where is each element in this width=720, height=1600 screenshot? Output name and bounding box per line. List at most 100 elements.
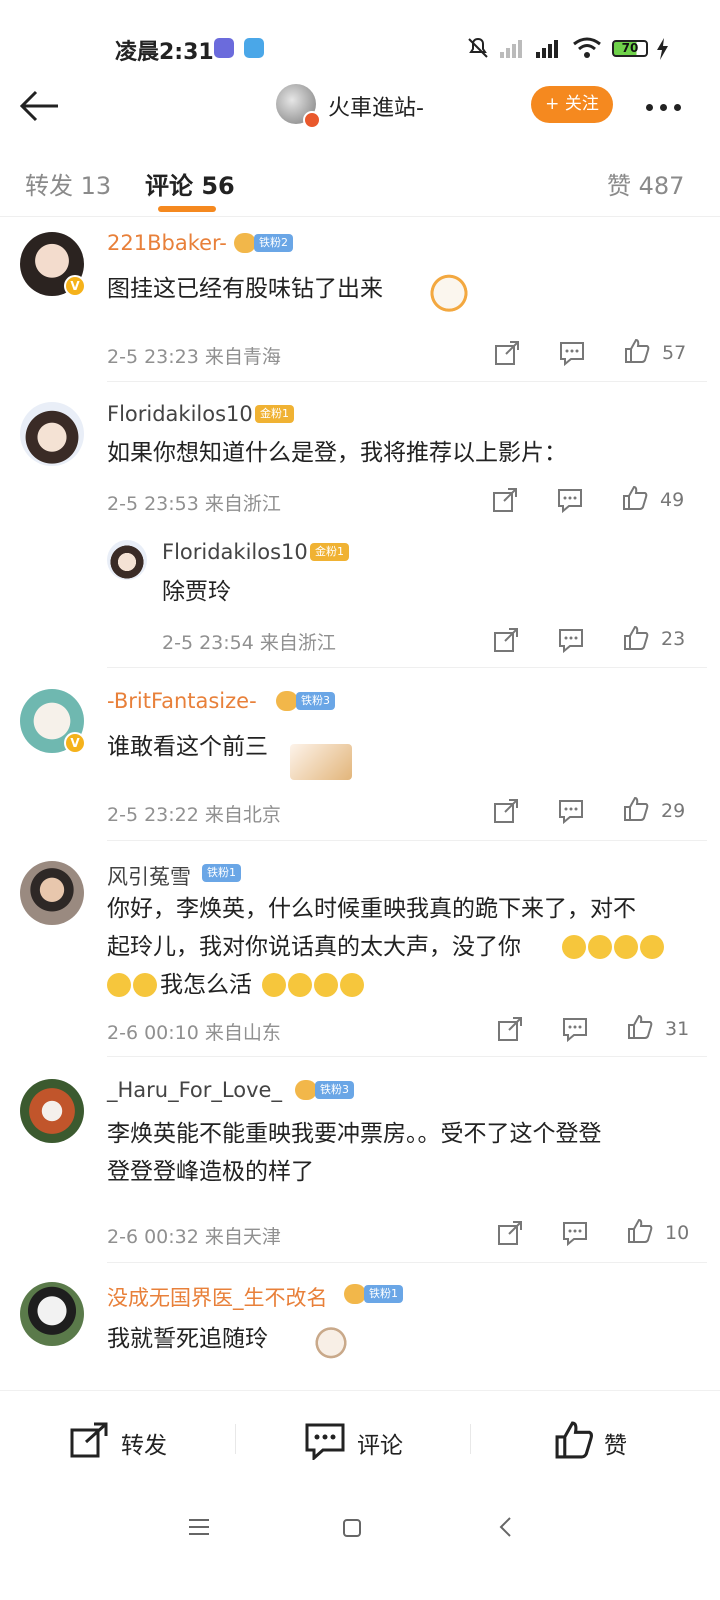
fan-badge: 铁粉2 bbox=[254, 234, 293, 252]
divider bbox=[107, 1262, 707, 1263]
avatar[interactable] bbox=[20, 1282, 84, 1346]
comment-username[interactable]: Floridakilos10 bbox=[107, 402, 253, 426]
share-icon[interactable] bbox=[493, 798, 519, 824]
comment-text: 我就誓死追随玲 bbox=[107, 1326, 268, 1352]
thumbs-up-icon[interactable] bbox=[624, 338, 650, 364]
share-icon[interactable] bbox=[70, 1422, 110, 1458]
comment-meta: 2-5 23:53 来自浙江 bbox=[107, 493, 281, 515]
app-notification-icon bbox=[214, 38, 234, 58]
thumbs-up-icon[interactable] bbox=[623, 796, 649, 822]
verified-badge: V bbox=[64, 732, 86, 754]
tab-likes[interactable]: 赞 487 bbox=[607, 166, 684, 201]
avatar[interactable] bbox=[20, 861, 84, 925]
reply-meta: 2-5 23:54 来自浙江 bbox=[162, 632, 336, 654]
comment-text-line1: 李焕英能不能重映我要冲票房。。受不了这个登登 bbox=[107, 1121, 602, 1147]
crown-icon bbox=[295, 1080, 317, 1100]
fan-badge: 铁粉3 bbox=[296, 692, 335, 710]
signal-icon bbox=[536, 40, 558, 58]
crying-emoji-icon bbox=[288, 973, 312, 997]
share-icon[interactable] bbox=[494, 340, 520, 366]
crying-emoji-icon bbox=[133, 973, 157, 997]
comment-username[interactable]: _Haru_For_Love_ bbox=[107, 1078, 282, 1102]
tab-indicator bbox=[158, 206, 216, 212]
comment-icon[interactable] bbox=[558, 627, 584, 653]
like-count: 10 bbox=[665, 1222, 690, 1244]
crown-icon bbox=[344, 1284, 366, 1304]
like-count: 31 bbox=[665, 1018, 690, 1040]
more-icon[interactable] bbox=[646, 96, 690, 114]
wifi-icon bbox=[573, 37, 601, 58]
divider bbox=[235, 1424, 236, 1454]
divider bbox=[107, 381, 707, 382]
divider bbox=[0, 216, 720, 217]
comment-username[interactable]: 没成无国界医_生不改名 bbox=[107, 1282, 328, 1312]
share-icon[interactable] bbox=[493, 627, 519, 653]
sticker bbox=[312, 1326, 350, 1374]
comment-meta: 2-6 00:10 来自山东 bbox=[107, 1022, 281, 1044]
thumbs-up-icon[interactable] bbox=[627, 1218, 653, 1244]
comment-username[interactable]: 风引菟雪 bbox=[107, 861, 191, 891]
system-nav-bar bbox=[0, 1492, 720, 1600]
crying-emoji-group bbox=[562, 935, 664, 963]
comment-icon[interactable] bbox=[305, 1422, 345, 1460]
comment-icon[interactable] bbox=[559, 340, 585, 366]
repost-button[interactable]: 转发 bbox=[121, 1426, 167, 1460]
comment-username[interactable]: 221Bbaker- bbox=[107, 231, 227, 255]
fan-badge: 金粉1 bbox=[310, 543, 349, 561]
thumbs-up-icon[interactable] bbox=[554, 1420, 594, 1460]
comment-text-line3: 我怎么活 bbox=[160, 972, 252, 998]
like-button[interactable]: 赞 bbox=[604, 1426, 627, 1460]
crown-icon bbox=[234, 233, 256, 253]
comment-icon[interactable] bbox=[562, 1220, 588, 1246]
crying-emoji-icon bbox=[562, 935, 586, 959]
share-icon[interactable] bbox=[497, 1220, 523, 1246]
comment-text-line2: 登登登峰造极的样了 bbox=[107, 1159, 314, 1185]
crown-icon bbox=[276, 691, 298, 711]
mute-icon bbox=[468, 37, 488, 58]
status-bar: 凌晨2:31 70 bbox=[0, 0, 720, 86]
thumbs-up-icon[interactable] bbox=[623, 625, 649, 651]
reply-username[interactable]: Floridakilos10 bbox=[162, 540, 308, 564]
divider bbox=[107, 667, 707, 668]
reply-avatar[interactable] bbox=[107, 540, 147, 580]
comment-icon[interactable] bbox=[558, 798, 584, 824]
nav-back-icon[interactable] bbox=[498, 1516, 514, 1538]
comment-text-line1: 你好，李焕英，什么时候重映我真的跪下来了，对不 bbox=[107, 896, 636, 922]
share-icon[interactable] bbox=[497, 1016, 523, 1042]
crying-emoji-icon bbox=[588, 935, 612, 959]
fan-badge: 铁粉3 bbox=[315, 1081, 354, 1099]
battery-indicator: 70 bbox=[612, 40, 648, 57]
like-count: 57 bbox=[662, 342, 687, 364]
verified-badge: V bbox=[64, 275, 86, 297]
thumbs-up-icon[interactable] bbox=[622, 485, 648, 511]
crying-emoji-icon bbox=[340, 973, 364, 997]
crying-emoji-group bbox=[107, 973, 157, 1001]
thumbs-up-icon[interactable] bbox=[627, 1014, 653, 1040]
author-name[interactable]: 火車進站- bbox=[328, 90, 424, 122]
sticker bbox=[290, 744, 352, 780]
avatar[interactable] bbox=[20, 402, 84, 466]
comment-meta: 2-5 23:23 来自青海 bbox=[107, 346, 281, 368]
share-icon[interactable] bbox=[492, 487, 518, 513]
snowman-sticker bbox=[424, 274, 474, 322]
follow-button[interactable]: + 关注 bbox=[531, 86, 613, 123]
comment-icon[interactable] bbox=[557, 487, 583, 513]
fan-badge: 金粉1 bbox=[255, 405, 294, 423]
menu-icon[interactable] bbox=[189, 1518, 209, 1536]
comment-text: 如果你想知道什么是登，我将推荐以上影片： bbox=[107, 440, 567, 466]
fan-badge: 铁粉1 bbox=[202, 864, 241, 882]
charging-icon bbox=[657, 38, 668, 60]
comment-icon[interactable] bbox=[562, 1016, 588, 1042]
comment-username[interactable]: -BritFantasize- bbox=[107, 689, 257, 713]
crying-emoji-icon bbox=[640, 935, 664, 959]
back-arrow-icon[interactable] bbox=[18, 84, 62, 128]
comment-meta: 2-5 23:22 来自北京 bbox=[107, 804, 281, 826]
home-icon[interactable] bbox=[342, 1518, 362, 1538]
crying-emoji-group bbox=[262, 973, 364, 1001]
tab-comments[interactable]: 评论 56 bbox=[145, 166, 235, 201]
like-count: 49 bbox=[660, 489, 685, 511]
tab-repost[interactable]: 转发 13 bbox=[25, 166, 111, 201]
crying-emoji-icon bbox=[262, 973, 286, 997]
avatar[interactable] bbox=[20, 1079, 84, 1143]
comment-button[interactable]: 评论 bbox=[357, 1426, 403, 1460]
